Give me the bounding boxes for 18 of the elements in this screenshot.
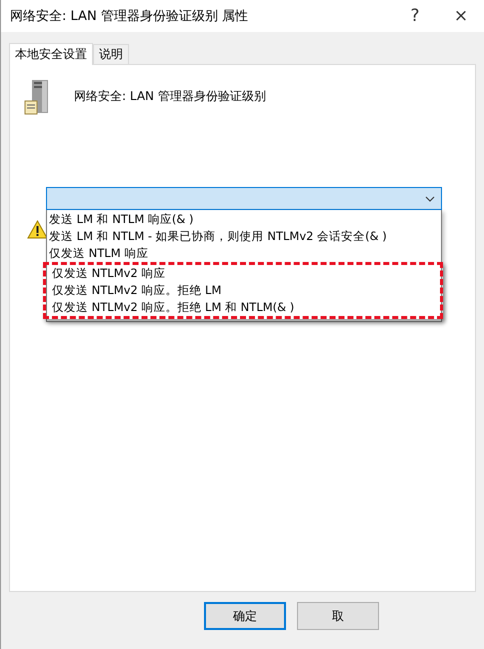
dropdown-option[interactable]: 仅发送 NTLMv2 响应。拒绝 LM 和 NTLM(& ) (50, 299, 438, 316)
dialog-button[interactable]: 取 (297, 602, 379, 630)
dropdown-option[interactable]: 发送 LM 和 NTLM 响应(& ) (47, 211, 441, 228)
window-title: 网络安全: LAN 管理器身份验证级别 属性 (10, 8, 249, 25)
server-icon (24, 79, 50, 115)
help-button[interactable]: ? (392, 0, 438, 32)
dropdown-option[interactable]: 仅发送 NTLMv2 响应。拒绝 LM (50, 282, 438, 299)
dropdown[interactable] (46, 187, 442, 210)
chevron-down-icon (425, 196, 435, 202)
close-button[interactable]: × (438, 0, 484, 32)
warning-icon (27, 220, 48, 239)
tab[interactable]: 说明 (93, 44, 129, 64)
dropdown-option[interactable]: 仅发送 NTLM 响应 (47, 245, 441, 262)
policy-heading: 网络安全: LAN 管理器身份验证级别 (74, 88, 266, 105)
dropdown-option[interactable]: 仅发送 NTLMv2 响应 (50, 265, 438, 282)
dropdown-option[interactable]: 发送 LM 和 NTLM - 如果已协商，则使用 NTLMv2 会话安全(& ) (47, 228, 441, 245)
tab[interactable]: 本地安全设置 (9, 43, 93, 65)
dialog-button[interactable]: 确定 (204, 602, 286, 630)
